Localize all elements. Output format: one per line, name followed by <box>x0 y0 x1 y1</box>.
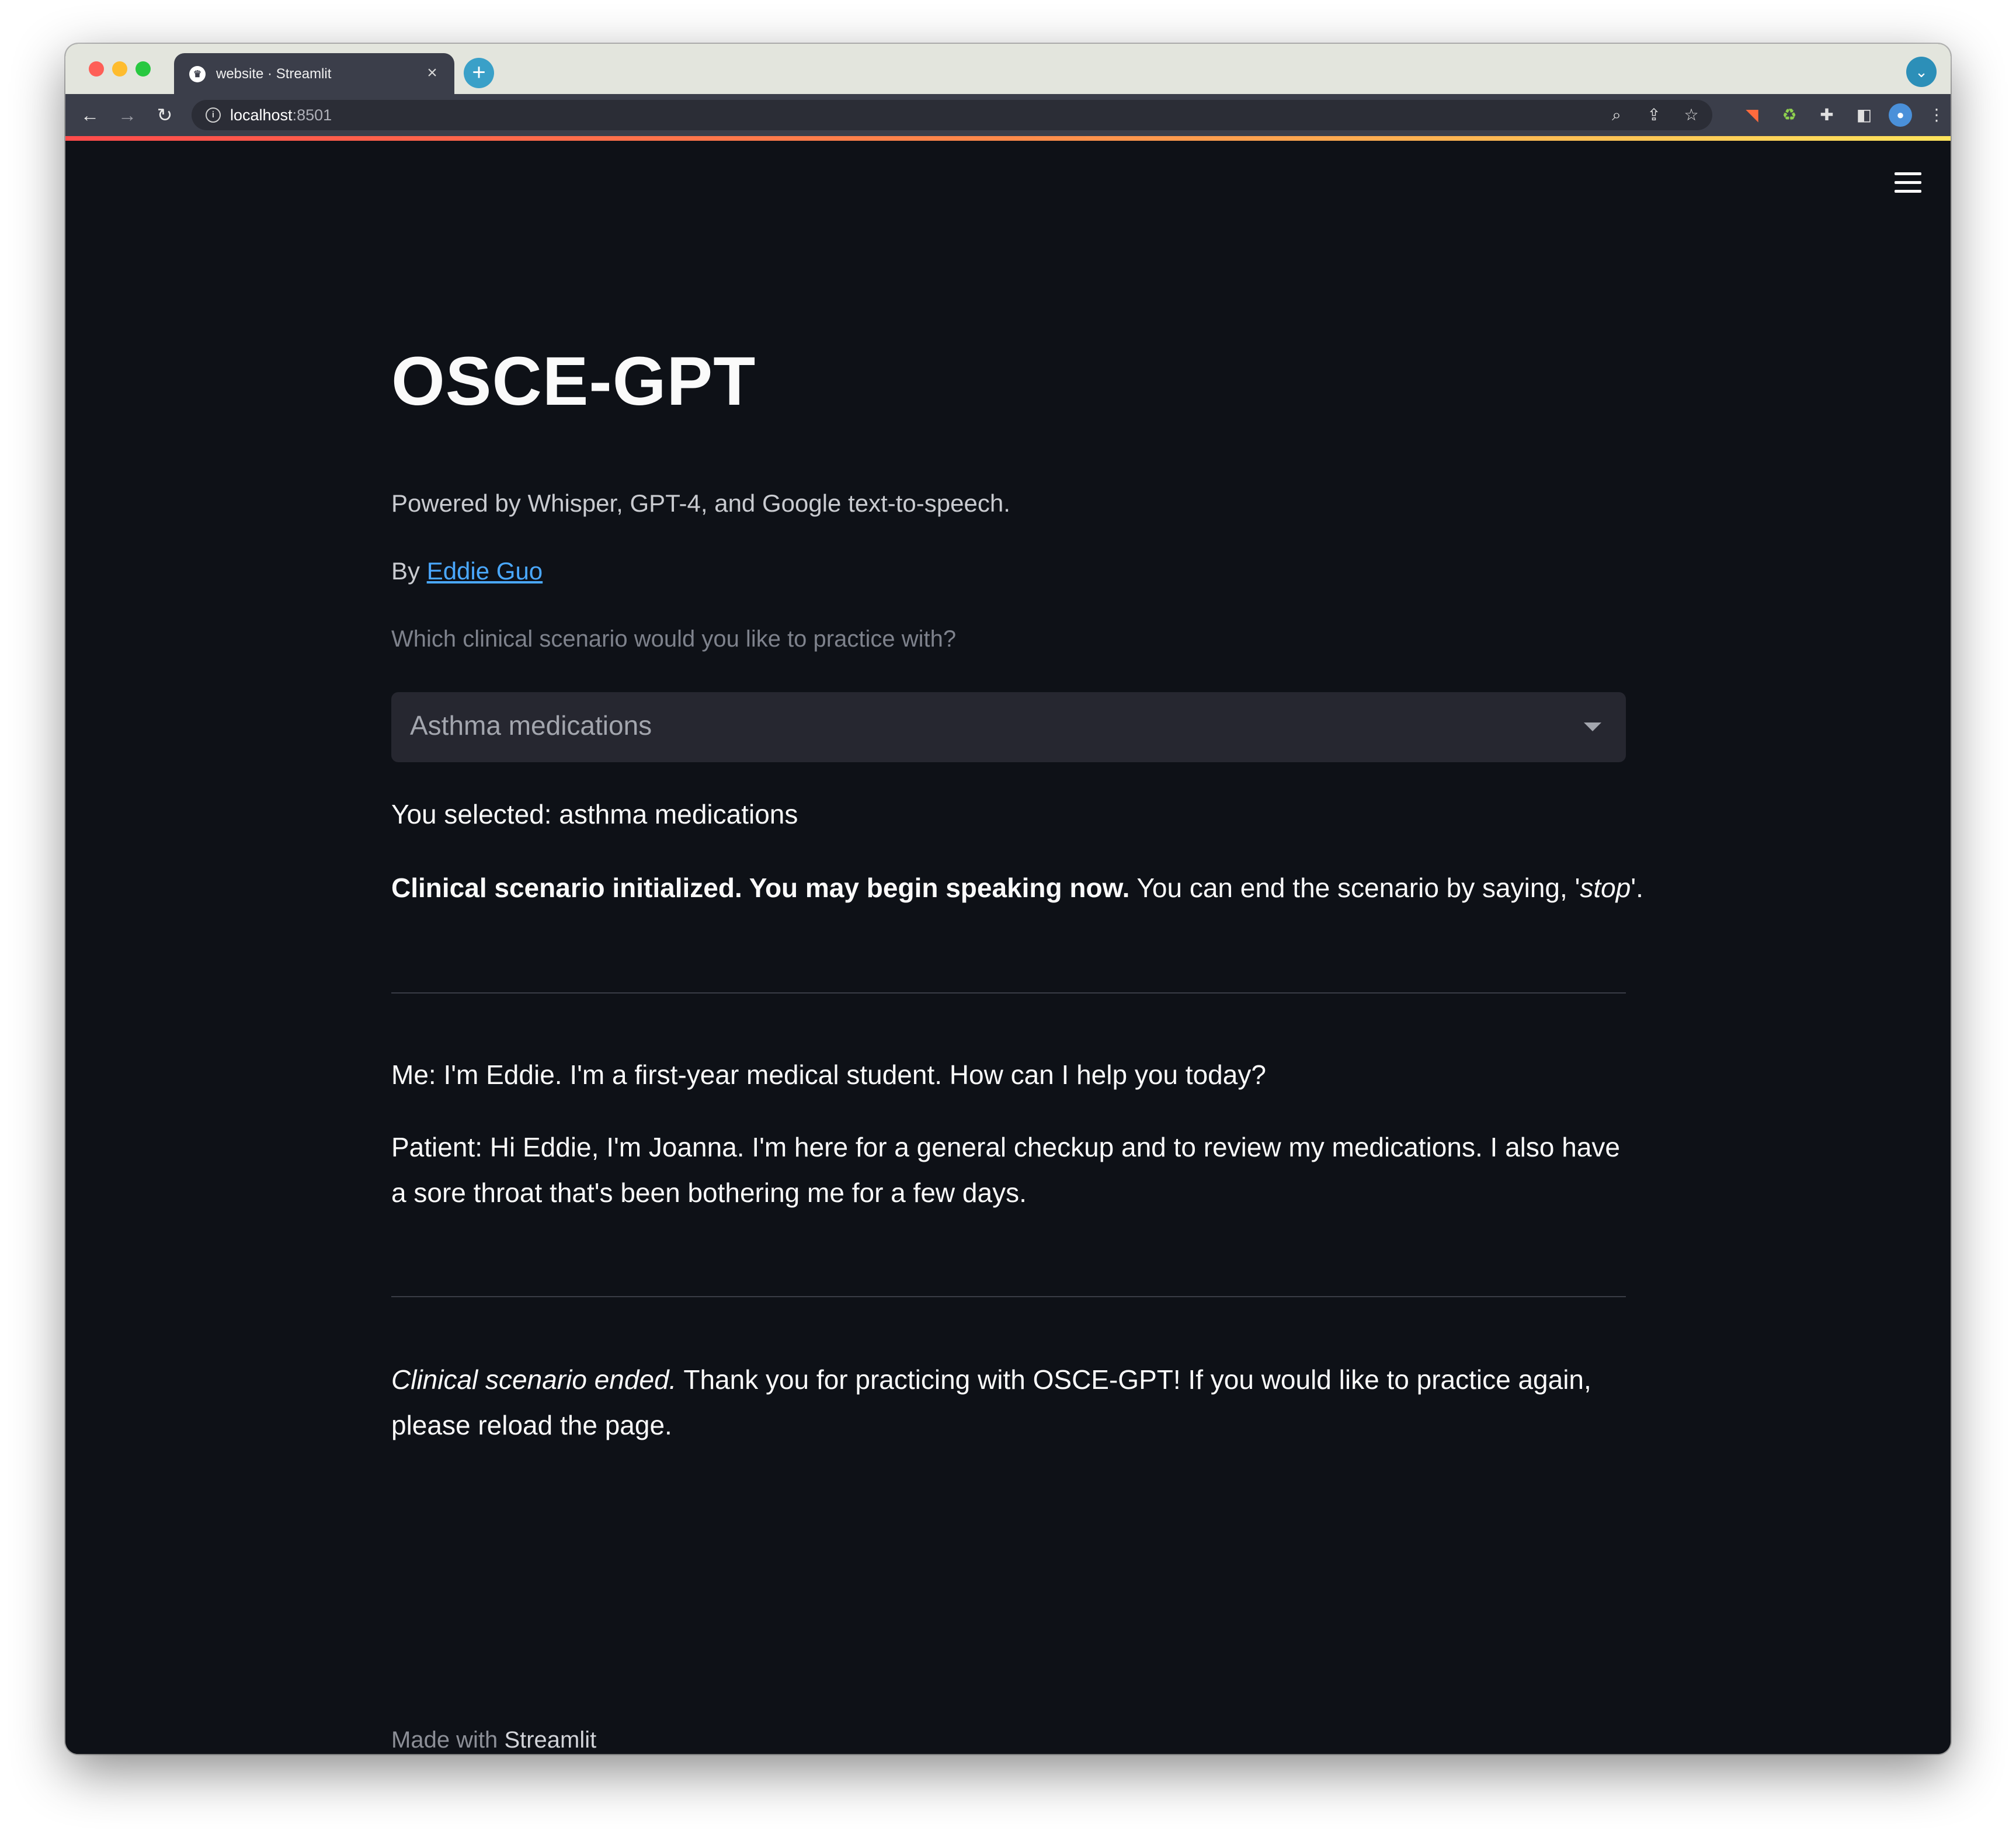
init-end: '. <box>1631 873 1643 903</box>
new-tab-icon[interactable]: + <box>464 58 494 88</box>
reload-icon[interactable]: ↻ <box>152 102 178 128</box>
profile-icon[interactable]: ● <box>1889 103 1912 127</box>
browser-toolbar: ← → ↻ i localhost:8501 ⌕ ⇪ ☆ ◥ ♻ ✚ ◧ ● ⋮ <box>65 94 1951 136</box>
init-text: You can end the scenario by saying, ' <box>1129 873 1580 903</box>
byline: By Eddie Guo <box>391 548 543 594</box>
selected-scenario-text: You selected: asthma medications <box>391 799 798 829</box>
subtitle: Powered by Whisper, GPT-4, and Google te… <box>391 489 1010 517</box>
forward-icon[interactable]: → <box>114 102 140 128</box>
tab-active[interactable]: ♛ website · Streamlit × <box>174 53 454 94</box>
scenario-ended-message: Clinical scenario ended. Thank you for p… <box>391 1357 1626 1448</box>
chevron-down-icon[interactable] <box>1584 722 1601 731</box>
sidebar-icon[interactable]: ◧ <box>1852 103 1876 127</box>
star-icon[interactable]: ☆ <box>1680 103 1703 127</box>
streamlit-app: OSCE-GPT Powered by Whisper, GPT-4, and … <box>65 141 1951 1754</box>
streamlit-status-bar <box>65 136 1951 141</box>
footer-streamlit-link[interactable]: Streamlit <box>504 1727 596 1753</box>
close-window-button[interactable] <box>89 61 104 77</box>
author-link[interactable]: Eddie Guo <box>427 557 543 585</box>
byline-prefix: By <box>391 557 420 585</box>
url-port: :8501 <box>292 106 332 124</box>
footer: Made with Streamlit <box>391 1727 596 1753</box>
info-icon[interactable]: i <box>206 107 221 123</box>
tab-search-icon[interactable]: ⌄ <box>1906 57 1937 87</box>
scenario-select[interactable]: Asthma medications <box>391 692 1626 762</box>
streamlit-favicon-icon: ♛ <box>189 66 206 82</box>
extensions-icon[interactable]: ✚ <box>1815 103 1838 127</box>
share-icon[interactable]: ⇪ <box>1642 103 1666 127</box>
address-bar[interactable]: i localhost:8501 <box>192 100 1712 130</box>
extension-flag-icon[interactable]: ◥ <box>1740 103 1764 127</box>
footer-prefix: Made with <box>391 1727 498 1753</box>
tab-strip: ♛ website · Streamlit × + ⌄ <box>65 44 1951 94</box>
zoom-icon[interactable]: ⌕ <box>1605 103 1628 127</box>
stop-word: stop <box>1580 873 1631 903</box>
conversation-me-line: Me: I'm Eddie. I'm a first-year medical … <box>391 1060 1266 1090</box>
scenario-select-label: Which clinical scenario would you like t… <box>391 626 957 652</box>
scenario-select-value: Asthma medications <box>410 710 652 741</box>
zoom-window-button[interactable] <box>135 61 151 77</box>
ended-italic: Clinical scenario ended. <box>391 1364 677 1395</box>
hamburger-menu-icon[interactable] <box>1895 172 1921 193</box>
scenario-init-message: Clinical scenario initialized. You may b… <box>391 865 1643 911</box>
divider <box>391 1296 1626 1297</box>
url-host: localhost <box>230 106 293 124</box>
init-bold-text: Clinical scenario initialized. You may b… <box>391 873 1130 903</box>
tab-title: website · Streamlit <box>216 66 332 82</box>
url-text: localhost:8501 <box>230 106 332 124</box>
extension-recycle-icon[interactable]: ♻ <box>1778 103 1801 127</box>
close-icon[interactable]: × <box>420 61 444 85</box>
more-icon[interactable]: ⋮ <box>1925 103 1948 127</box>
browser-window: ♛ website · Streamlit × + ⌄ ← → ↻ i loca… <box>65 44 1951 1754</box>
divider <box>391 992 1626 994</box>
back-icon[interactable]: ← <box>77 102 103 128</box>
page-title: OSCE-GPT <box>391 343 756 420</box>
minimize-window-button[interactable] <box>112 61 127 77</box>
conversation-patient-line: Patient: Hi Eddie, I'm Joanna. I'm here … <box>391 1132 1620 1208</box>
